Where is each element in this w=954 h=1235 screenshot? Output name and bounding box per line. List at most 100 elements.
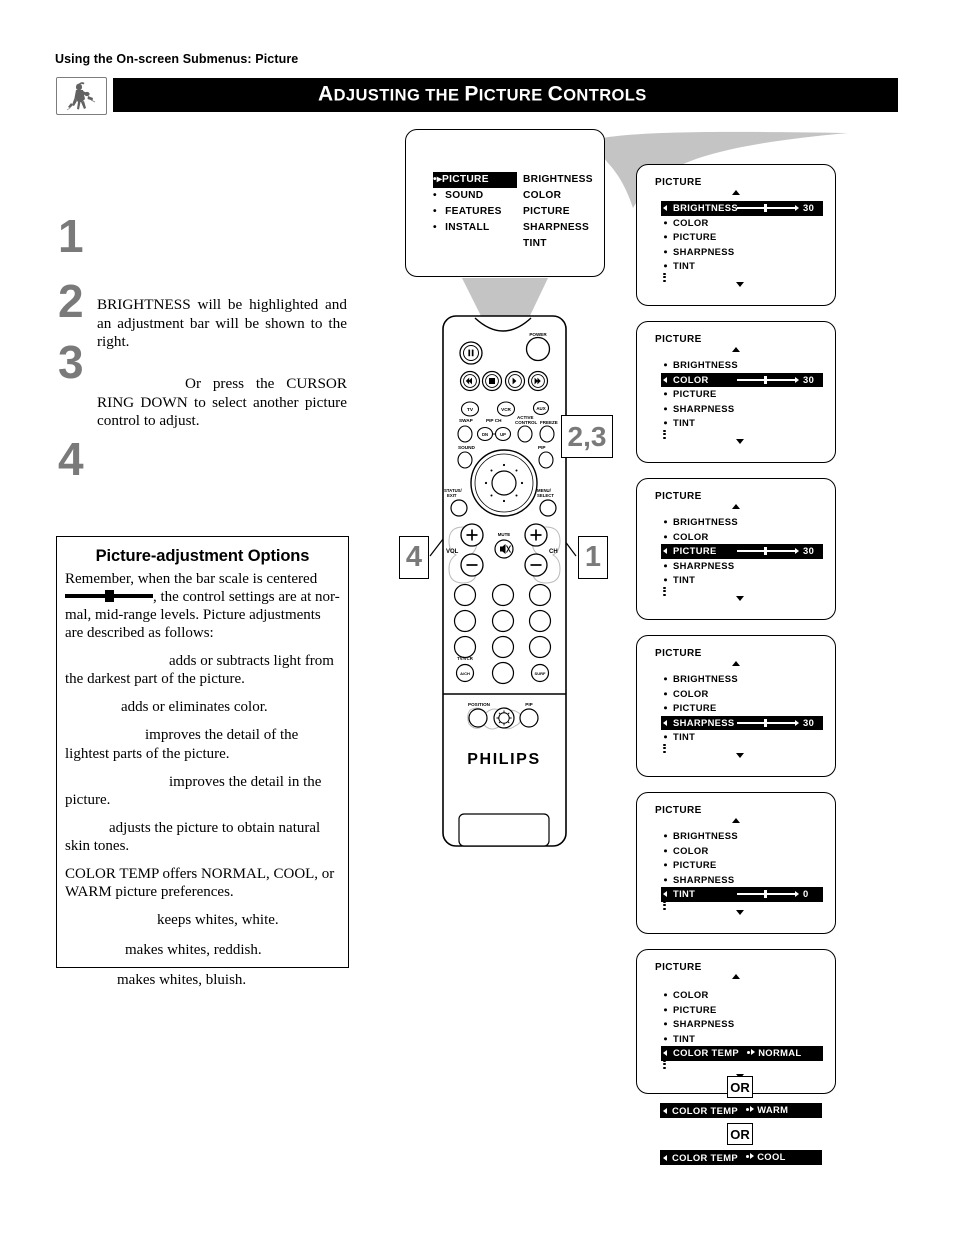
svg-text:SELECT: SELECT [537,493,554,498]
tv-submenu-item-sharpness[interactable]: SHARPNESS [523,220,593,236]
scroll-up-arrow-icon [732,347,740,352]
osd-header: PICTURE [655,177,702,188]
osd-item-picture[interactable]: PICTURE [661,1003,823,1018]
osd-item-tint[interactable]: TINT [661,416,823,431]
svg-text:SURF: SURF [535,671,546,676]
tv-menu-right-column: BRIGHTNESS COLOR PICTURE SHARPNESS TINT [523,172,593,252]
osd-item-color[interactable]: COLOR [661,844,823,859]
osd-item-picture[interactable]: PICTURE [661,701,823,716]
left-caret-icon [663,1050,667,1057]
scroll-up-arrow-icon [732,504,740,509]
tv-submenu-item-picture[interactable]: PICTURE [523,204,593,220]
callout-step-4: 4 [399,536,429,579]
svg-text:AUX: AUX [536,406,545,411]
left-caret-icon [663,719,667,726]
tv-submenu-item-brightness[interactable]: BRIGHTNESS [523,172,593,188]
tv-submenu-item-tint[interactable]: TINT [523,236,593,252]
osd-item-brightness[interactable]: BRIGHTNESS [661,829,823,844]
osd-panel-brightness: PICTURE BRIGHTNESS 30 COLOR PICTURE SHAR… [636,164,836,306]
scroll-up-arrow-icon [732,661,740,666]
svg-text:SOUND: SOUND [458,445,476,450]
osd-item-sharpness[interactable]: SHARPNESS 30 [661,715,823,731]
svg-text:PIP: PIP [538,445,546,450]
left-caret-icon [663,891,667,898]
left-caret-icon [663,376,667,383]
osd-item-tint[interactable]: TINT [661,1032,823,1047]
osd-panel-colortemp: PICTURE COLOR PICTURE SHARPNESS TINT COL… [636,949,836,1096]
tv-menu-item-install[interactable]: • INSTALL [433,220,517,236]
svg-text:SWAP: SWAP [459,418,473,423]
osd-item-sharpness[interactable]: SHARPNESS [661,1017,823,1032]
more-items-indicator-icon [663,1060,667,1070]
tv-submenu-item-color[interactable]: COLOR [523,188,593,204]
osd-item-sharpness[interactable]: SHARPNESS [661,402,823,417]
colortemp-bar-warm[interactable]: COLOR TEMP WARM [660,1103,822,1118]
more-items-indicator-icon [663,901,667,911]
colortemp-value-cool[interactable]: COOL [746,1150,786,1165]
scroll-up-arrow-icon [732,818,740,823]
osd-item-color[interactable]: COLOR 30 [661,372,823,388]
svg-text:A/CH: A/CH [460,671,470,676]
right-caret-icon [795,891,799,897]
svg-text:FREEZE: FREEZE [540,420,558,425]
osd-item-tint[interactable]: TINT [661,730,823,745]
osd-item-color[interactable]: COLOR [661,988,823,1003]
osd-item-brightness[interactable]: BRIGHTNESS [661,515,823,530]
svg-text:PIP: PIP [525,702,532,707]
sharpness-slider[interactable]: 30 [737,716,821,731]
svg-text:EXIT: EXIT [447,493,457,498]
osd-panel-sharpness: PICTURE BRIGHTNESS COLOR PICTURE SHARPNE… [636,635,836,777]
osd-item-brightness[interactable]: BRIGHTNESS [661,672,823,687]
osd-item-picture[interactable]: PICTURE [661,387,823,402]
more-items-indicator-icon [663,273,667,283]
tint-slider[interactable]: 0 [737,887,821,902]
osd-header: PICTURE [655,648,702,659]
right-caret-icon [795,205,799,211]
colortemp-value[interactable]: NORMAL [747,1046,801,1061]
brightness-value: 30 [803,202,815,213]
osd-panel-color: PICTURE BRIGHTNESS COLOR 30 PICTURE SHAR… [636,321,836,463]
tv-menu-item-sound[interactable]: • SOUND [433,188,517,204]
osd-item-tint[interactable]: TINT 0 [661,887,823,902]
osd-item-brightness[interactable]: BRIGHTNESS [661,358,823,373]
osd-item-sharpness[interactable]: SHARPNESS [661,873,823,888]
osd-item-picture[interactable]: PICTURE [661,858,823,873]
osd-item-color[interactable]: COLOR [661,530,823,545]
left-caret-icon [663,205,667,212]
left-caret-icon [663,1154,667,1161]
tv-menu-left-column: •▸PICTURE • SOUND • FEATURES • INSTALL [433,172,517,236]
or-badge-1: OR [727,1076,753,1098]
osd-item-color[interactable]: COLOR [661,216,823,231]
svg-text:PHILIPS: PHILIPS [467,751,540,768]
right-caret-icon [795,719,799,726]
osd-item-sharpness[interactable]: SHARPNESS [661,559,823,574]
osd-item-tint[interactable]: TINT [661,573,823,588]
colortemp-bar-cool[interactable]: COLOR TEMP COOL [660,1150,822,1165]
tv-main-menu-screen: •▸PICTURE • SOUND • FEATURES • INSTALL B… [405,129,605,277]
or-badge-2: OR [727,1123,753,1145]
left-caret-icon [663,1107,667,1114]
osd-item-picture[interactable]: PICTURE [661,230,823,245]
tv-menu-item-picture[interactable]: •▸PICTURE [433,172,517,188]
color-slider[interactable]: 30 [737,373,821,388]
right-caret-icon [795,548,799,554]
osd-item-brightness[interactable]: BRIGHTNESS 30 [661,201,823,216]
svg-text:TV: TV [467,407,474,413]
svg-text:PIP CH: PIP CH [486,418,502,423]
colortemp-value-warm[interactable]: WARM [746,1103,788,1118]
osd-item-tint[interactable]: TINT [661,259,823,274]
callout-step-1: 1 [578,536,608,579]
tv-menu-item-features[interactable]: • FEATURES [433,204,517,220]
osd-item-color[interactable]: COLOR [661,687,823,702]
osd-item-sharpness[interactable]: SHARPNESS [661,245,823,260]
brightness-slider[interactable]: 30 [737,201,821,216]
osd-header: PICTURE [655,491,702,502]
osd-header: PICTURE [655,805,702,816]
svg-text:VOL: VOL [446,549,459,555]
picture-slider[interactable]: 30 [737,544,821,559]
osd-item-colortemp[interactable]: COLOR TEMP NORMAL [661,1046,823,1061]
scroll-up-arrow-icon [732,974,740,979]
osd-item-picture[interactable]: PICTURE 30 [661,544,823,559]
more-items-indicator-icon [663,587,667,597]
svg-text:UP: UP [500,432,506,437]
